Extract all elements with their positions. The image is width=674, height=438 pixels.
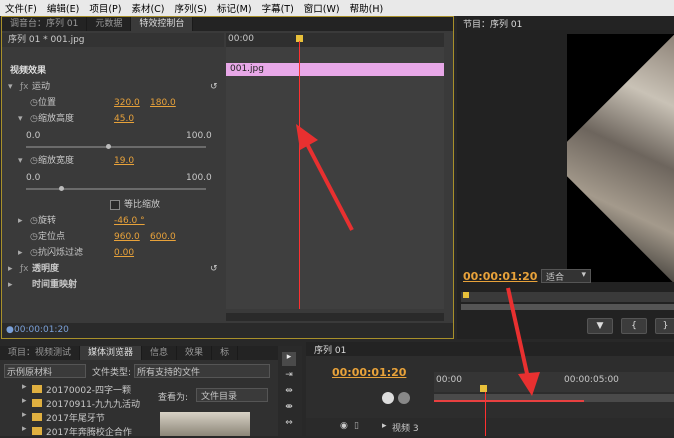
arrow-head-upper bbox=[296, 124, 318, 150]
annotation-arrows bbox=[296, 124, 540, 396]
arrow-line-lower bbox=[506, 287, 530, 379]
arrow-line-upper bbox=[304, 141, 354, 231]
arrow-head-lower bbox=[518, 372, 540, 396]
